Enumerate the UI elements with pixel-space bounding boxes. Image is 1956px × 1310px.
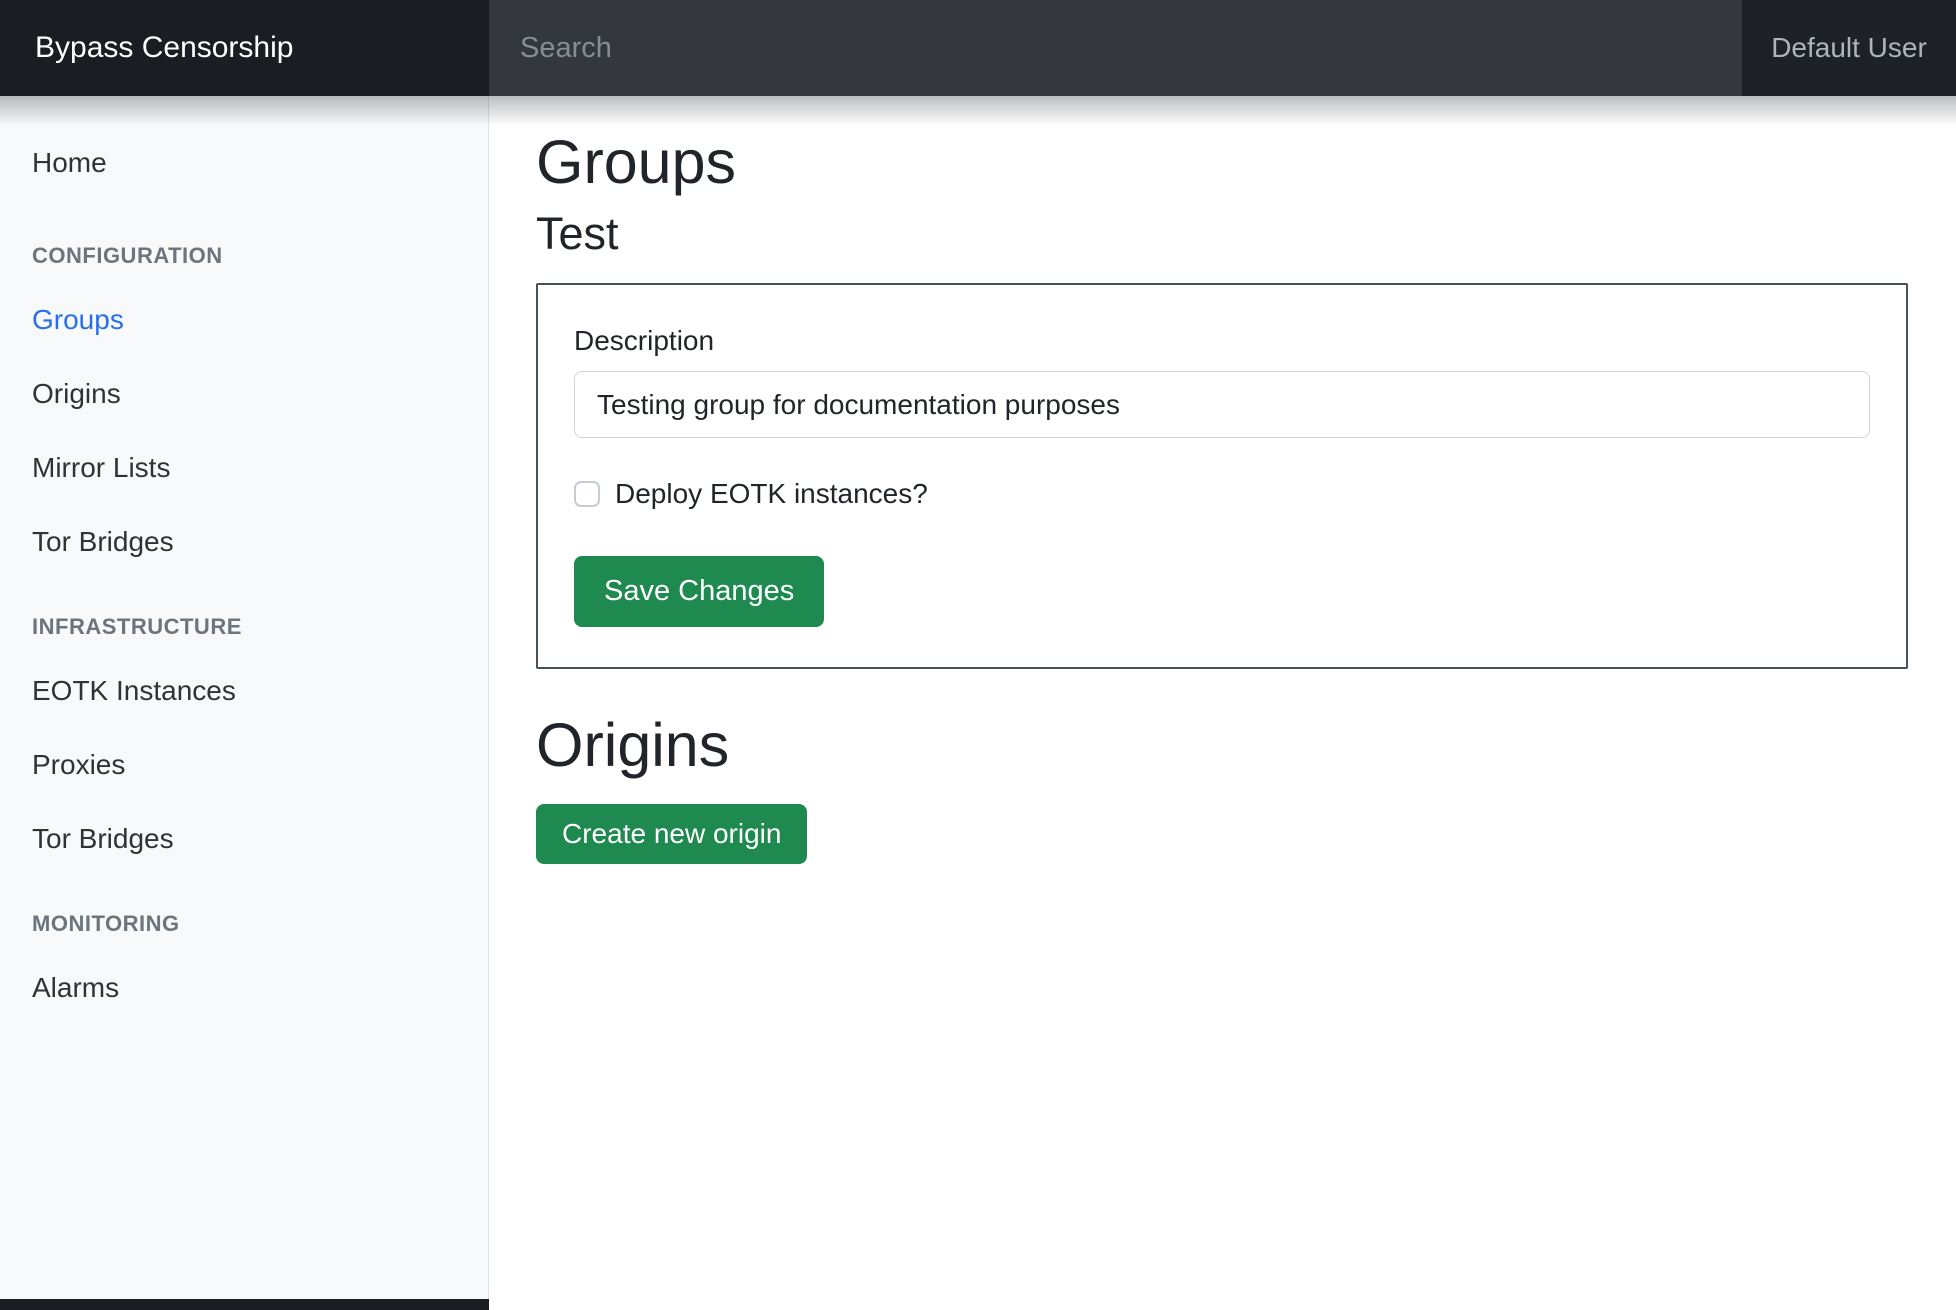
sidebar-section-monitoring: MONITORING Alarms (0, 911, 488, 1004)
sidebar-item-alarms[interactable]: Alarms (0, 971, 488, 1004)
group-edit-card: Description Deploy EOTK instances? Save … (536, 283, 1908, 669)
sidebar-item-proxies[interactable]: Proxies (0, 748, 488, 781)
search-input[interactable] (489, 0, 1742, 96)
content-row: Home CONFIGURATION Groups Origins Mirror… (0, 96, 1956, 1310)
sidebar-bottom-strip (0, 1299, 489, 1310)
sidebar-section-header-monitoring: MONITORING (0, 911, 488, 937)
page-title: Groups (536, 126, 1908, 199)
sidebar-item-eotk-instances[interactable]: EOTK Instances (0, 674, 488, 707)
sidebar-item-groups[interactable]: Groups (0, 303, 488, 336)
sidebar-item-origins[interactable]: Origins (0, 377, 488, 410)
deploy-eotk-checkbox[interactable] (574, 481, 600, 507)
main-content: Groups Test Description Deploy EOTK inst… (489, 96, 1956, 1310)
sidebar-item-tor-bridges-config[interactable]: Tor Bridges (0, 525, 488, 558)
sidebar-section-infrastructure: INFRASTRUCTURE EOTK Instances Proxies To… (0, 614, 488, 855)
sidebar-section-header-configuration: CONFIGURATION (0, 243, 488, 269)
sidebar: Home CONFIGURATION Groups Origins Mirror… (0, 96, 489, 1310)
group-name-heading: Test (536, 207, 1908, 261)
navbar-search (489, 0, 1742, 96)
deploy-eotk-label: Deploy EOTK instances? (615, 478, 928, 510)
save-changes-button[interactable]: Save Changes (574, 556, 824, 627)
create-origin-button[interactable]: Create new origin (536, 804, 807, 864)
app-root: Bypass Censorship Default User Home CONF… (0, 0, 1956, 1310)
origins-heading: Origins (536, 709, 1908, 782)
user-menu-label: Default User (1771, 32, 1927, 64)
top-navbar: Bypass Censorship Default User (0, 0, 1956, 96)
sidebar-item-tor-bridges-infra[interactable]: Tor Bridges (0, 822, 488, 855)
sidebar-section-header-infrastructure: INFRASTRUCTURE (0, 614, 488, 640)
user-menu[interactable]: Default User (1742, 0, 1956, 96)
sidebar-item-home[interactable]: Home (0, 146, 488, 179)
sidebar-nav: Home CONFIGURATION Groups Origins Mirror… (0, 146, 488, 1004)
description-label: Description (574, 325, 1870, 357)
sidebar-section-configuration: CONFIGURATION Groups Origins Mirror List… (0, 243, 488, 558)
sidebar-item-mirror-lists[interactable]: Mirror Lists (0, 451, 488, 484)
description-input[interactable] (574, 371, 1870, 438)
app-brand[interactable]: Bypass Censorship (0, 0, 489, 96)
deploy-eotk-row: Deploy EOTK instances? (574, 478, 1870, 510)
